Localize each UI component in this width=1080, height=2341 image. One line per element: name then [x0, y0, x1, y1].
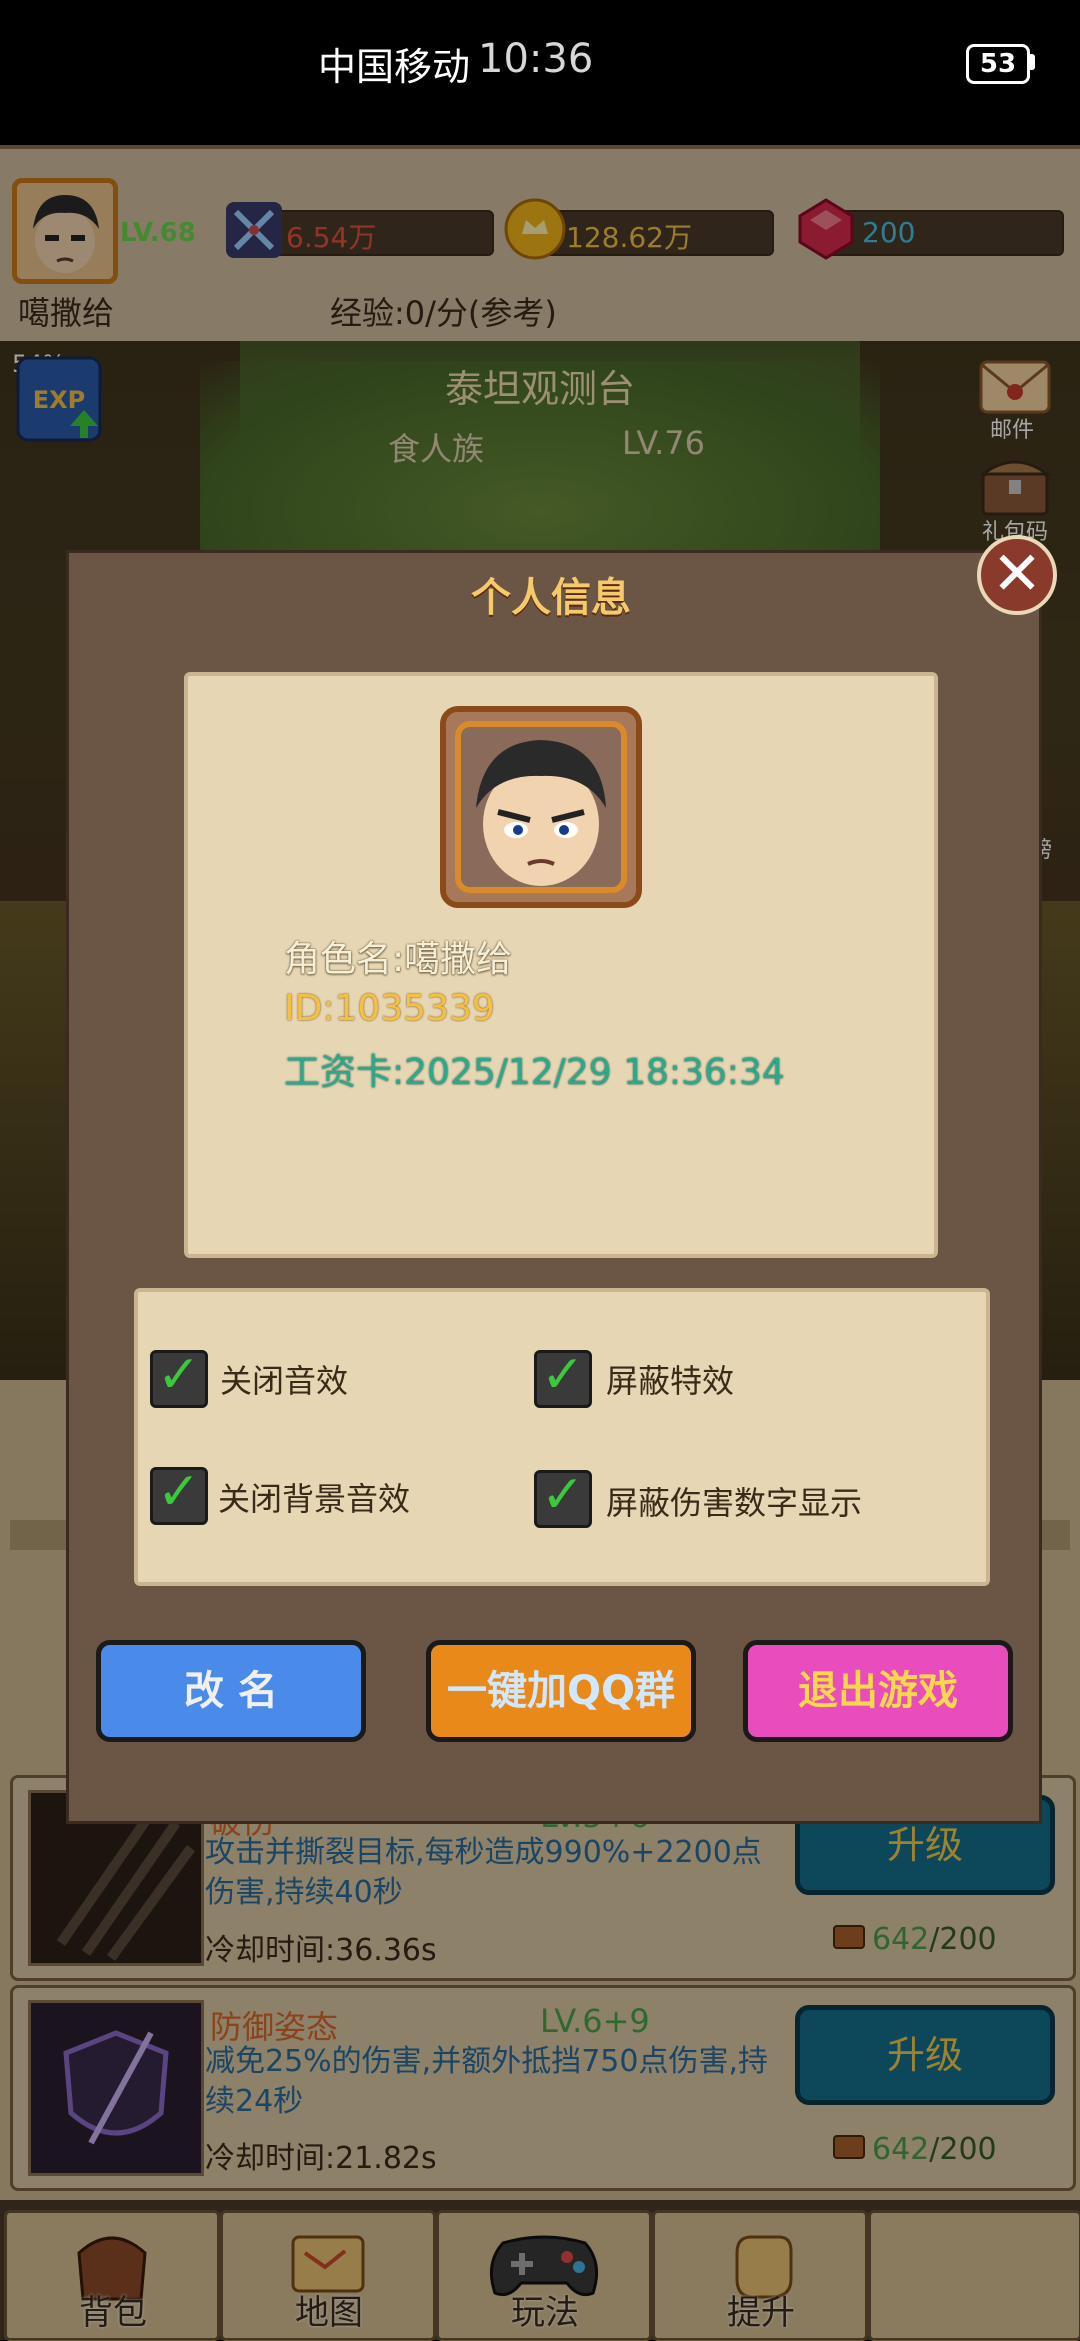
option-label: 关闭背景音效: [218, 1480, 411, 1518]
avatar-face-icon: [446, 712, 636, 902]
battery-icon: 53: [966, 44, 1030, 84]
option-label: 屏蔽伤害数字显示: [606, 1484, 863, 1522]
player-id: ID:1035339: [284, 988, 495, 1029]
carrier-label: 中国移动: [318, 45, 471, 89]
check-icon: ✓: [541, 1465, 585, 1525]
quit-game-button[interactable]: 退出游戏: [743, 1640, 1013, 1742]
checkbox-hide-effects[interactable]: ✓: [534, 1345, 592, 1408]
check-icon: ✓: [157, 1345, 201, 1405]
role-name: 角色名:噶撒给: [284, 939, 513, 980]
close-button[interactable]: ✕: [977, 535, 1057, 615]
checkbox-mute-bgm[interactable]: ✓: [150, 1462, 208, 1525]
checkbox-hide-damage-numbers[interactable]: ✓: [534, 1465, 592, 1528]
dialog-title: 个人信息: [471, 575, 631, 621]
option-label: 屏蔽特效: [606, 1362, 735, 1400]
salary-card: 工资卡:2025/12/29 18:36:34: [284, 1052, 785, 1093]
check-icon: ✓: [157, 1462, 201, 1522]
battery-tip: [1030, 54, 1035, 70]
option-label: 关闭音效: [220, 1362, 349, 1400]
clock: 10:36: [478, 36, 594, 82]
rename-button[interactable]: 改 名: [96, 1640, 366, 1742]
join-qq-group-button[interactable]: 一键加QQ群: [426, 1640, 696, 1742]
check-icon: ✓: [541, 1345, 585, 1405]
profile-avatar: [440, 706, 642, 908]
checkbox-mute-sfx[interactable]: ✓: [150, 1345, 208, 1408]
settings-panel: [134, 1288, 990, 1586]
